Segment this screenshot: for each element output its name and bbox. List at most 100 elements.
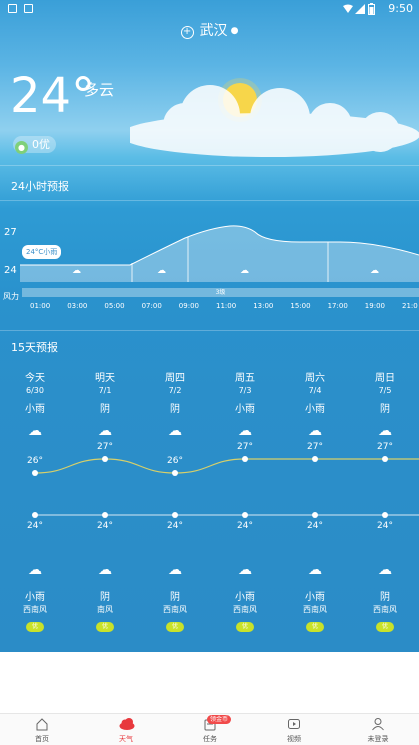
- hourly-time-label: 13:00: [253, 302, 274, 310]
- status-time: 9:50: [388, 2, 413, 15]
- wind-level-bar: 3级: [22, 288, 419, 297]
- location-bar[interactable]: + 武汉 ●: [0, 20, 419, 40]
- day-date: 6/30: [26, 386, 44, 395]
- day-name: 周六: [305, 373, 325, 384]
- leaf-icon: ●: [15, 141, 28, 154]
- day-date: 7/4: [308, 386, 322, 395]
- add-city-icon[interactable]: +: [180, 26, 194, 39]
- forecast-day-column[interactable]: 今天 6/30 小雨 26° 24° 小雨 西南风 ☁ ☁ 优: [5, 355, 65, 640]
- hourly-time-label: 05:00: [104, 302, 125, 310]
- nav-user[interactable]: 未登录: [348, 714, 408, 745]
- nav-label: 未登录: [367, 735, 389, 743]
- battery-icon: [368, 3, 375, 15]
- day-name: 周五: [235, 373, 255, 384]
- aqi-badge: 优: [26, 622, 44, 632]
- hourly-temperature-area: [20, 225, 419, 282]
- aqi-value: 0优: [32, 138, 50, 151]
- hourly-time-label: 11:00: [216, 302, 237, 310]
- wind-direction: 西南风: [373, 605, 397, 614]
- high-temp-label: 26°: [167, 456, 183, 466]
- hourly-time-label: 17:00: [327, 302, 348, 310]
- task-reward-badge: 领金币: [207, 715, 232, 724]
- aqi-badge: 优: [376, 622, 394, 632]
- nav-label: 视频: [287, 735, 301, 743]
- night-weather-icon: ☁: [308, 562, 322, 578]
- hourly-time-label: 03:00: [67, 302, 88, 310]
- daily-forecast[interactable]: 今天 6/30 小雨 26° 24° 小雨 西南风 ☁ ☁ 优 明天 7/1 阴 27° 24° 阴南风 ☁ ☁ 优…: [0, 355, 419, 645]
- hourly-forecast[interactable]: 27 24 24°C小雨 ☁ ☁ ☁ ☁ 风力 3级 01:00 03:00 05:…: [0, 210, 419, 320]
- video-icon: [287, 717, 301, 731]
- forecast-title: 15天预报: [11, 341, 58, 354]
- hourly-time-label: 07:00: [141, 302, 162, 310]
- hourly-time-label: 01:00: [30, 302, 51, 310]
- cloud-rain-icon: ☁: [240, 266, 249, 276]
- forecast-day-column[interactable]: 周六 7/4 小雨 27° 24° 小雨 西南风 ☁ ☁ 优: [285, 355, 345, 640]
- high-temp-label: 27°: [237, 442, 253, 452]
- hourly-time-label: 15:00: [290, 302, 311, 310]
- user-icon: [371, 717, 385, 731]
- day-name: 周四: [165, 373, 185, 384]
- nav-video[interactable]: 视频: [264, 714, 324, 745]
- day-weather: 阴: [170, 404, 180, 415]
- forecast-day-column[interactable]: 明天 7/1 阴 27° 24° 阴南风 ☁ ☁ 优: [75, 355, 135, 640]
- hourly-time-label: 19:00: [364, 302, 385, 310]
- cloud-sun-illustration: [130, 78, 419, 157]
- notification-icon: [8, 4, 17, 13]
- night-weather: 小雨: [305, 592, 325, 603]
- aqi-badge: 优: [236, 622, 254, 632]
- day-date: 7/1: [98, 386, 112, 395]
- forecast-day-column[interactable]: 周四 7/2 阴 26° 24° 阴西南风 ☁ ☁ 优: [145, 355, 205, 640]
- current-temperature: 24°: [10, 68, 96, 124]
- nav-home[interactable]: 首页: [12, 714, 72, 745]
- wind-direction: 西南风: [303, 605, 327, 614]
- hourly-time-label: 09:00: [178, 302, 199, 310]
- hourly-title: 24小时预报: [11, 180, 69, 193]
- high-temp-label: 27°: [377, 442, 393, 452]
- nav-task[interactable]: 任务 领金币: [180, 714, 240, 745]
- day-name: 周日: [375, 373, 395, 384]
- low-temp-label: 24°: [307, 521, 323, 531]
- day-date: 7/5: [378, 386, 392, 395]
- day-name: 今天: [25, 373, 45, 384]
- wifi-icon: [343, 4, 353, 13]
- night-weather-icon: ☁: [98, 562, 112, 578]
- night-weather-icon: ☁: [28, 562, 42, 578]
- nav-weather-cloud[interactable]: 天气: [96, 714, 156, 745]
- bottom-navigation: 首页 天气 任务 领金币视频 未登录: [0, 713, 419, 745]
- day-weather: 阴: [100, 404, 110, 415]
- day-weather: 小雨: [305, 404, 325, 415]
- day-date: 7/3: [238, 386, 252, 395]
- forecast-day-column[interactable]: 周五 7/3 小雨 27° 24° 小雨 西南风 ☁ ☁ 优: [215, 355, 275, 640]
- aqi-badge[interactable]: ● 0优: [13, 136, 56, 154]
- nav-label: 首页: [35, 735, 49, 743]
- wind-direction: 西南风: [163, 605, 187, 614]
- day-weather: 小雨: [235, 404, 255, 415]
- weather-cloud-icon: [119, 717, 135, 731]
- high-temp-label: 26°: [27, 456, 43, 466]
- day-weather-icon: ☁: [378, 423, 392, 439]
- city-name[interactable]: 武汉: [200, 23, 228, 39]
- current-condition: 多云: [84, 81, 115, 99]
- aqi-badge: 优: [166, 622, 184, 632]
- day-weather-icon: ☁: [98, 423, 112, 439]
- home-icon: [35, 717, 49, 731]
- nav-label: 任务: [203, 735, 217, 743]
- low-temp-label: 24°: [377, 521, 393, 531]
- day-weather-icon: ☁: [168, 423, 182, 439]
- night-weather: 小雨: [235, 592, 255, 603]
- divider: [0, 330, 419, 331]
- cloud-rain-icon: ☁: [72, 266, 81, 276]
- high-temp-label: 27°: [97, 442, 113, 452]
- cloud-rain-icon: ☁: [370, 266, 379, 276]
- low-temp-label: 24°: [237, 521, 253, 531]
- night-weather-icon: ☁: [238, 562, 252, 578]
- night-weather: 小雨: [25, 592, 45, 603]
- day-weather-icon: ☁: [28, 423, 42, 439]
- low-temp-label: 24°: [27, 521, 43, 531]
- forecast-day-column[interactable]: 周日 7/5 阴 27° 24° 阴西南风 ☁ ☁ 优: [355, 355, 415, 640]
- wind-direction: 南风: [97, 605, 113, 614]
- status-bar: 9:50: [0, 0, 419, 17]
- wind-label: 风力: [3, 292, 19, 301]
- day-weather-icon: ☁: [238, 423, 252, 439]
- wind-direction: 西南风: [23, 605, 47, 614]
